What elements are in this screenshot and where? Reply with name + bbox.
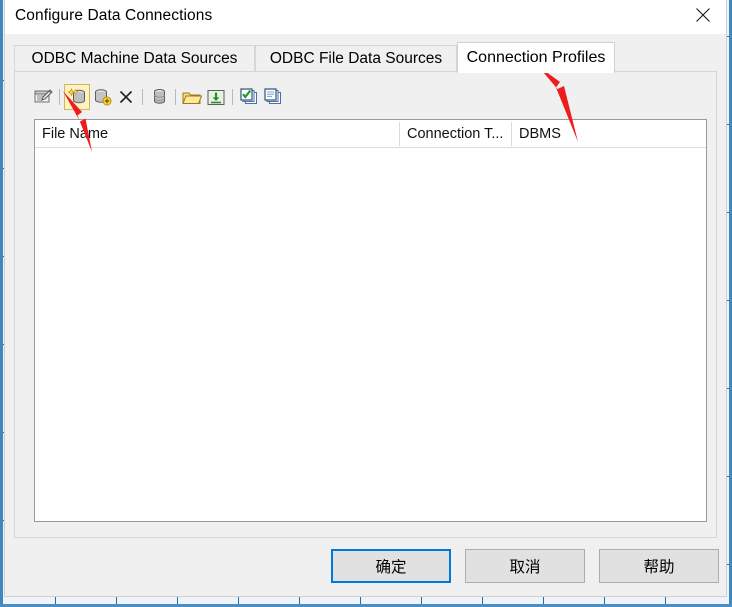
- edge-tick: [238, 597, 239, 604]
- column-label: File Name: [42, 125, 109, 142]
- edge-tick: [665, 597, 666, 604]
- ok-button-label: 确定: [375, 559, 407, 576]
- dialog-button-bar: 确定 取消 帮助: [5, 538, 726, 596]
- ok-button[interactable]: 确定: [331, 549, 451, 583]
- delete-icon[interactable]: [114, 85, 138, 109]
- edge-tick: [543, 597, 544, 604]
- column-header-file-name[interactable]: File Name: [35, 120, 399, 147]
- tab-page-connection-profiles: File Name Connection T... DBMS: [14, 71, 717, 538]
- database-icon[interactable]: [147, 85, 171, 109]
- list-body-empty[interactable]: [35, 148, 706, 521]
- screen-background: Configure Data Connections ODBC Machine …: [0, 0, 732, 607]
- new-profile-icon[interactable]: [64, 84, 90, 110]
- toolbar-separator: [142, 89, 143, 105]
- check-pages-icon[interactable]: [237, 85, 261, 109]
- cancel-button[interactable]: 取消: [465, 549, 585, 583]
- window-title: Configure Data Connections: [15, 7, 213, 24]
- tab-label: ODBC Machine Data Sources: [31, 50, 238, 67]
- add-database-icon[interactable]: [90, 85, 114, 109]
- edge-tick: [604, 597, 605, 604]
- edge-tick: [177, 597, 178, 604]
- column-header-dbms[interactable]: DBMS: [512, 120, 706, 147]
- configure-data-connections-dialog: Configure Data Connections ODBC Machine …: [4, 0, 727, 597]
- edit-profile-icon[interactable]: [31, 85, 55, 109]
- edge-tick: [482, 597, 483, 604]
- edge-tick: [55, 597, 56, 604]
- tab-connection-profiles[interactable]: Connection Profiles: [457, 42, 615, 73]
- help-button[interactable]: 帮助: [599, 549, 719, 583]
- column-header-connection-type[interactable]: Connection T...: [400, 120, 511, 147]
- edge-tick: [360, 597, 361, 604]
- edge-tick: [421, 597, 422, 604]
- edge-tick: [299, 597, 300, 604]
- tab-strip: ODBC Machine Data Sources ODBC File Data…: [14, 42, 717, 73]
- title-bar: Configure Data Connections: [5, 0, 726, 34]
- screen-edge-left: [0, 0, 3, 607]
- open-folder-icon[interactable]: [180, 85, 204, 109]
- tab-odbc-file-data-sources[interactable]: ODBC File Data Sources: [255, 45, 457, 72]
- copy-pages-icon[interactable]: [261, 85, 285, 109]
- cancel-button-label: 取消: [509, 559, 541, 576]
- close-icon[interactable]: [680, 0, 726, 30]
- column-label: DBMS: [519, 125, 561, 142]
- edge-tick: [116, 597, 117, 604]
- tab-label: ODBC File Data Sources: [269, 50, 443, 67]
- help-button-label: 帮助: [643, 559, 675, 576]
- connection-profiles-list[interactable]: File Name Connection T... DBMS: [34, 119, 707, 522]
- column-label: Connection T...: [407, 125, 504, 142]
- tab-label: Connection Profiles: [466, 49, 606, 66]
- tab-odbc-machine-data-sources[interactable]: ODBC Machine Data Sources: [14, 45, 255, 72]
- toolbar-separator: [59, 89, 60, 105]
- toolbar-separator: [175, 89, 176, 105]
- list-header-row: File Name Connection T... DBMS: [35, 120, 706, 148]
- profiles-toolbar: [31, 84, 285, 110]
- toolbar-separator: [232, 89, 233, 105]
- import-icon[interactable]: [204, 85, 228, 109]
